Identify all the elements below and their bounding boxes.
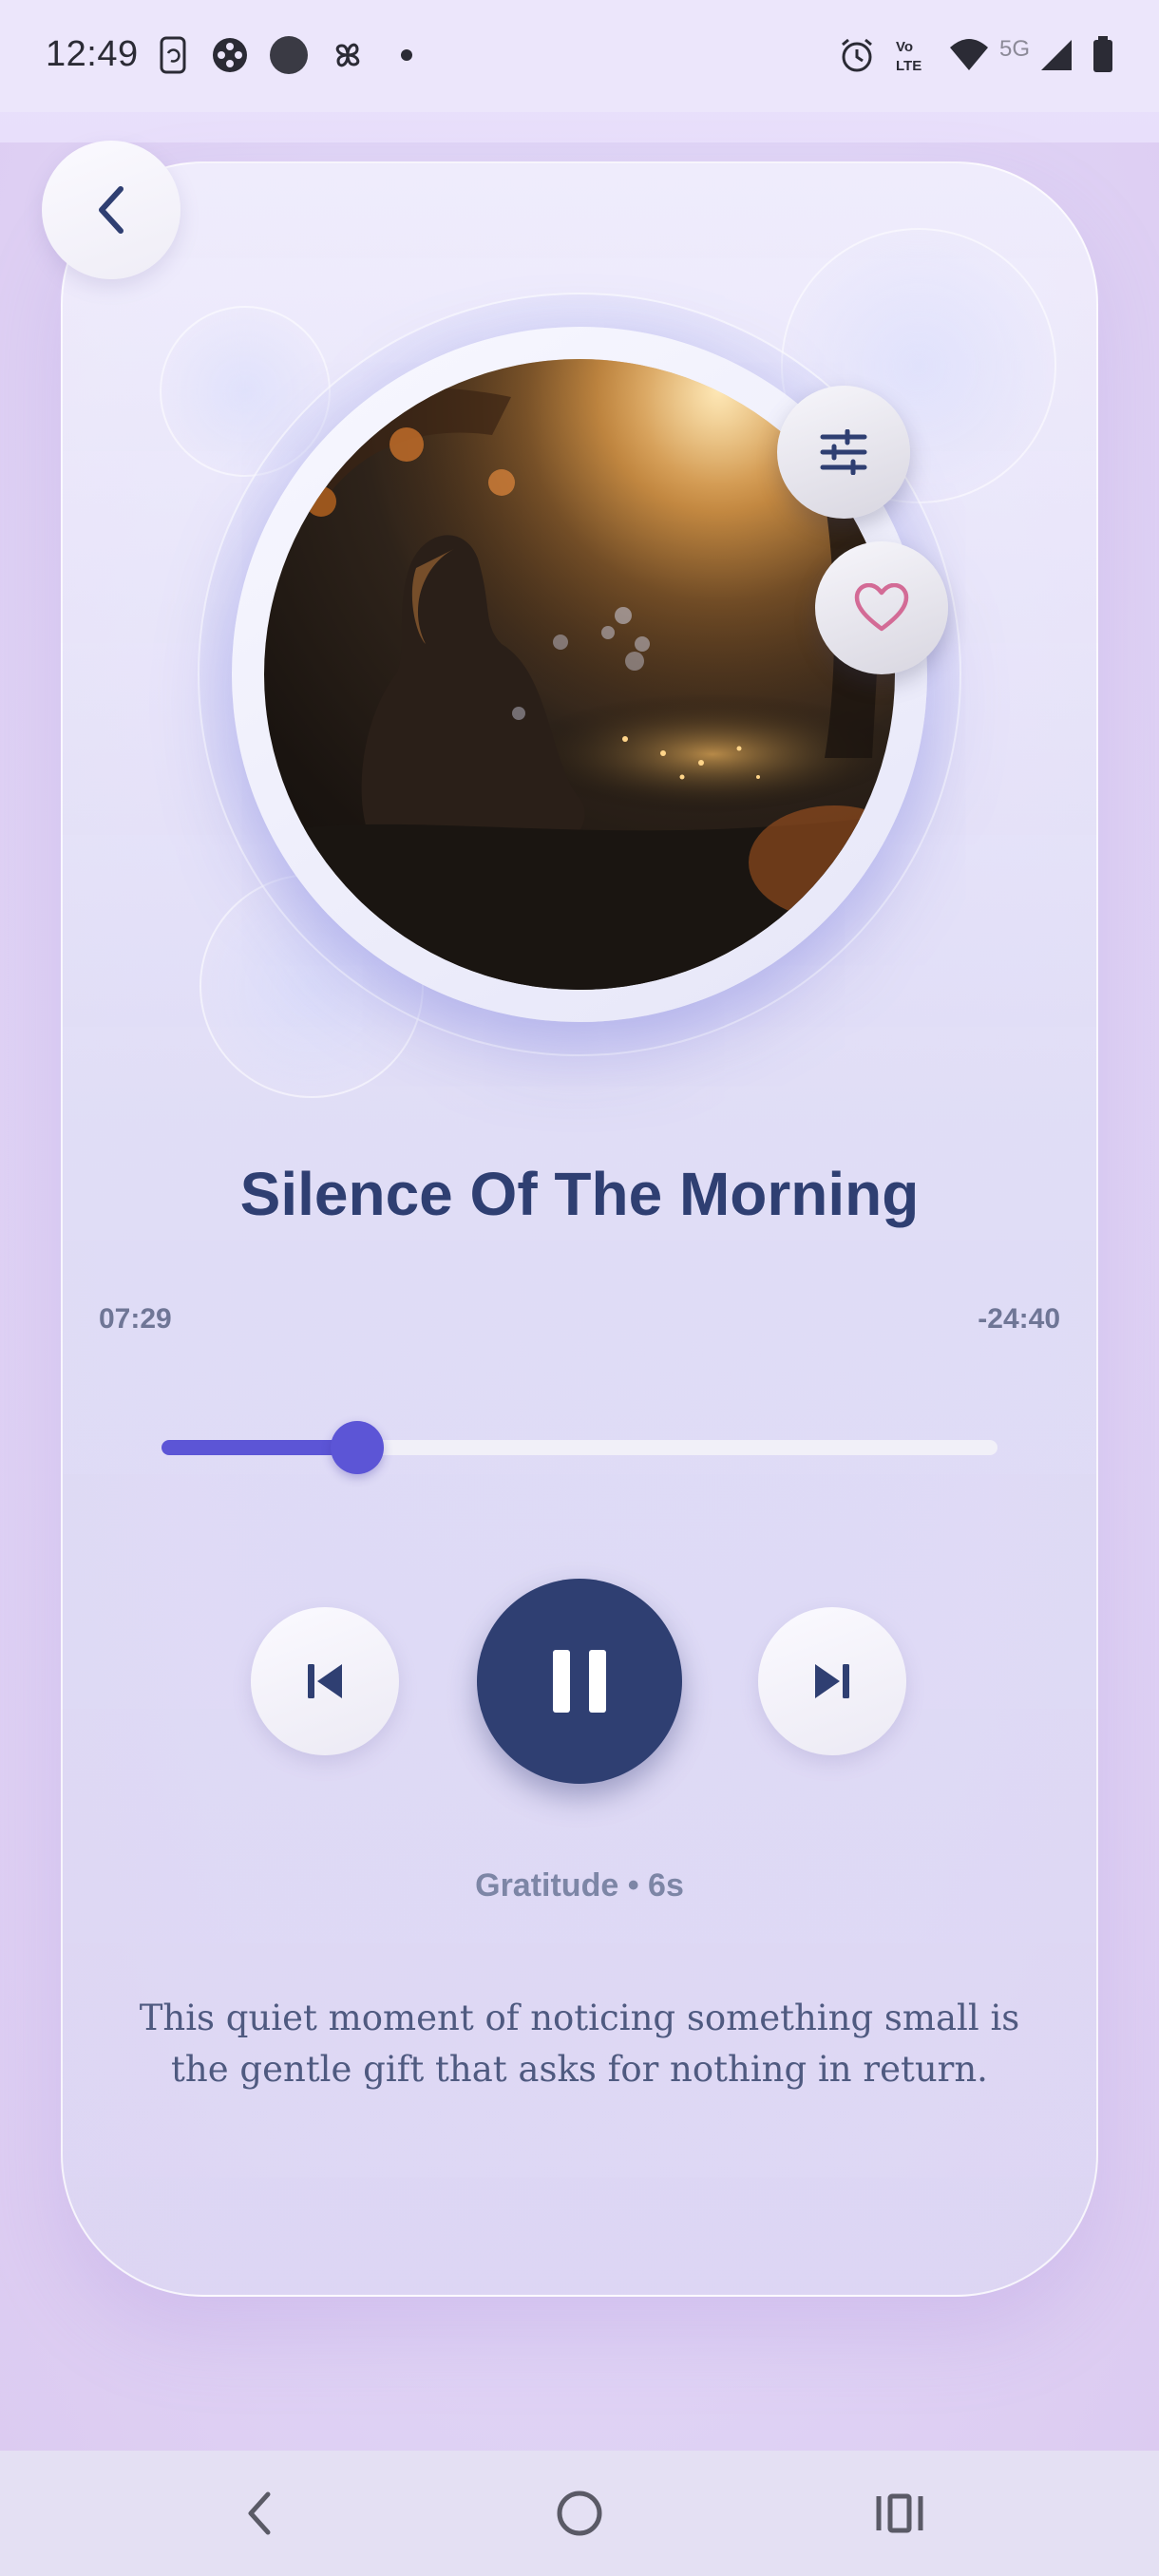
progress-fill [162,1440,357,1455]
alarm-icon [836,34,878,76]
nav-home-button[interactable] [546,2485,613,2542]
skip-next-icon [815,1664,849,1698]
remaining-time: -24:40 [978,1303,1060,1335]
svg-text:Vo: Vo [896,39,913,55]
heart-icon [854,583,909,632]
game-controller-icon [209,34,251,76]
volte-icon: Vo LTE [891,34,935,76]
circle-icon [268,34,310,76]
favorite-button[interactable] [815,541,948,674]
nav-home-icon [557,2491,602,2536]
elapsed-time: 07:29 [99,1303,172,1335]
nav-back-icon [248,2491,271,2535]
nav-recents-icon [876,2493,923,2533]
sliders-icon [820,429,867,475]
svg-text:LTE: LTE [896,58,922,74]
category-duration-label: Gratitude • 6s [475,1867,684,1904]
progress-slider[interactable] [162,1421,998,1474]
phone-sync-icon [156,34,190,76]
quote-text: This quiet moment of noticing something … [139,1998,1020,2090]
battery-icon [1089,34,1117,76]
progress-thumb[interactable] [330,1421,384,1474]
track-title: Silence Of The Morning [239,1160,920,1228]
wifi-icon [946,34,992,76]
status-bar: 12:49 Vo LTE 5G [0,0,1159,112]
back-button[interactable] [42,141,180,279]
chevron-left-icon [99,186,124,234]
signal-icon [1037,34,1075,76]
next-button[interactable] [758,1607,906,1755]
navigation-bar [0,2451,1159,2576]
nav-back-button[interactable] [226,2485,293,2542]
pinwheel-icon [327,34,369,76]
network-type-label: 5G [999,36,1031,62]
previous-button[interactable] [251,1607,399,1755]
status-time: 12:49 [46,34,139,74]
nav-recents-button[interactable] [866,2485,933,2542]
equalizer-button[interactable] [777,386,910,519]
play-pause-button[interactable] [477,1579,682,1784]
pause-icon [553,1650,606,1713]
dot-icon [397,34,416,76]
skip-previous-icon [308,1664,342,1698]
